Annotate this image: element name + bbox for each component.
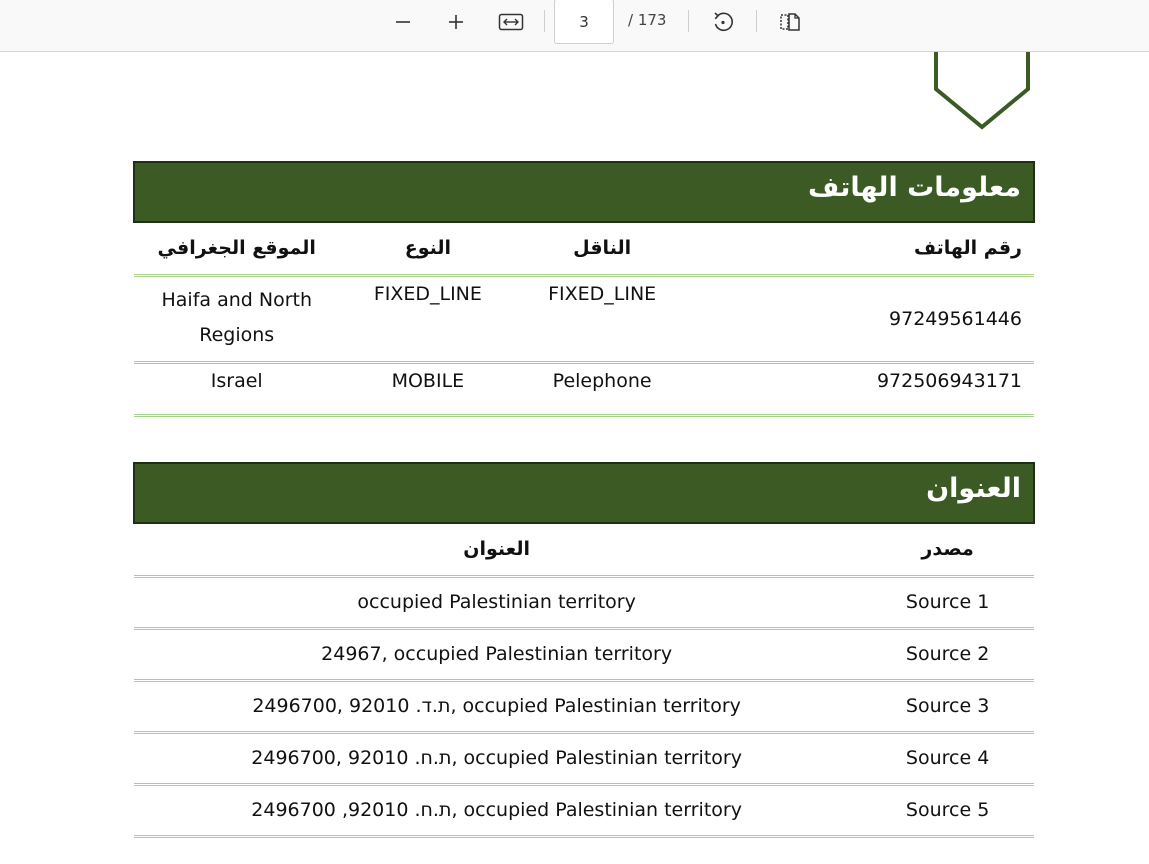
address-table-header-row: مصدر العنوان <box>134 523 1034 578</box>
table-row: Source 3 2496700, 92010 .ת.ד, occupied P… <box>134 680 1034 734</box>
location-cell: Israel <box>134 362 342 417</box>
zoom-in-button[interactable] <box>440 8 472 36</box>
source-cell: Source 5 <box>860 784 1034 838</box>
page-total-label: / 173 <box>628 11 667 29</box>
toolbar-divider <box>756 10 757 32</box>
phone-number-header: رقم الهاتف <box>689 222 1034 277</box>
pdf-toolbar: / 173 <box>0 0 1149 52</box>
source-cell: Source 2 <box>860 628 1034 682</box>
type-cell: MOBILE <box>340 362 517 417</box>
table-row: Source 5 2496700 ,92010 .ת.ח, occupied P… <box>134 784 1034 838</box>
address-table: العنوان مصدر العنوان Source 1 occupied P… <box>133 462 1035 838</box>
source-cell: Source 1 <box>860 576 1034 630</box>
carrier-header: الناقل <box>515 222 691 277</box>
table-row: 972506943171 Pelephone MOBILE Israel <box>134 362 1034 417</box>
phone-info-table: معلومات الهاتف رقم الهاتف الناقل النوع ا… <box>133 161 1035 417</box>
source-cell: Source 3 <box>860 680 1034 734</box>
type-cell: FIXED_LINE <box>340 275 517 364</box>
address-cell: occupied Palestinian territory <box>134 576 862 630</box>
page-number-input[interactable] <box>554 0 614 44</box>
source-cell: Source 4 <box>860 732 1034 786</box>
minus-icon <box>396 21 410 23</box>
address-cell: 2496700, 92010 .ת.ח, occupied Palestinia… <box>134 732 862 786</box>
address-cell: 2496700, 92010 .ת.ד, occupied Palestinia… <box>134 680 862 734</box>
toolbar-divider <box>688 10 689 32</box>
carrier-cell: Pelephone <box>515 362 691 417</box>
plus-icon <box>449 15 463 29</box>
table-row: Source 1 occupied Palestinian territory <box>134 576 1034 630</box>
location-cell: Haifa and North Regions <box>134 275 342 364</box>
address-section-title: العنوان <box>133 462 1035 524</box>
phone-table-header-row: رقم الهاتف الناقل النوع الموقع الجغرافي <box>134 222 1034 277</box>
type-header: النوع <box>340 222 517 277</box>
table-row: 97249561446 FIXED_LINE FIXED_LINE Haifa … <box>134 275 1034 364</box>
toolbar-divider <box>544 10 545 32</box>
phone-number-cell: 972506943171 <box>689 362 1034 417</box>
location-header: الموقع الجغرافي <box>134 222 342 277</box>
page-view-button[interactable] <box>774 8 806 36</box>
zoom-out-button[interactable] <box>387 8 419 36</box>
rotate-icon <box>714 12 733 32</box>
table-row: Source 2 24967, occupied Palestinian ter… <box>134 628 1034 682</box>
address-cell: 24967, occupied Palestinian territory <box>134 628 862 682</box>
fit-width-button[interactable] <box>495 8 527 36</box>
fit-width-icon <box>498 13 524 31</box>
two-page-icon <box>780 13 800 31</box>
carrier-cell: FIXED_LINE <box>515 275 691 364</box>
phone-section-title: معلومات الهاتف <box>133 161 1035 223</box>
phone-number-cell: 97249561446 <box>689 275 1034 364</box>
source-header: مصدر <box>860 523 1034 578</box>
address-cell: 2496700 ,92010 .ת.ח, occupied Palestinia… <box>134 784 862 838</box>
rotate-button[interactable] <box>707 8 739 36</box>
decorative-shield-shape <box>934 52 1030 130</box>
address-header: العنوان <box>134 523 862 578</box>
table-row: Source 4 2496700, 92010 .ת.ח, occupied P… <box>134 732 1034 786</box>
